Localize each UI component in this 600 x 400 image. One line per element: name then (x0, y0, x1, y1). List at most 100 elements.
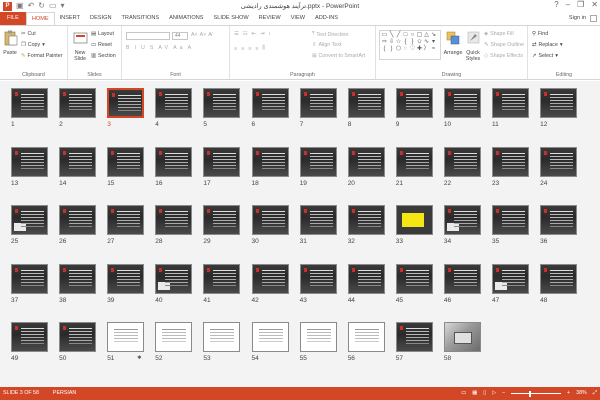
slide-thumbnail[interactable] (347, 88, 385, 118)
slide-thumbnail[interactable] (347, 205, 385, 235)
brace-shape-icon[interactable]: { (402, 39, 409, 46)
cut-button[interactable]: ✂ Cut (21, 31, 36, 37)
convert-smartart-button[interactable]: ⊞ Convert to SmartArt (312, 53, 365, 59)
shape-effects-button[interactable]: ◇ Shape Effects (484, 53, 523, 59)
slide-thumbnail[interactable] (540, 263, 578, 294)
slide-thumbnail[interactable] (540, 146, 578, 177)
font-size-dropdown[interactable]: 44 (172, 32, 188, 40)
curve-shape-icon[interactable]: ∿ (423, 39, 430, 46)
arrange-button[interactable]: Arrange (443, 30, 463, 56)
slide-thumbnail-cell[interactable]: 5 (203, 88, 251, 144)
slide-thumbnail[interactable] (443, 88, 481, 118)
slide-thumbnail-cell[interactable]: 32 (347, 205, 396, 261)
replace-button[interactable]: ⇄ Replace ▾ (532, 42, 563, 48)
slide-thumbnail[interactable] (155, 146, 193, 177)
slide-thumbnail-cell[interactable]: 17 (203, 146, 251, 203)
close-icon[interactable]: ✕ (591, 0, 598, 9)
arrow-shape-icon[interactable]: ↘ (430, 32, 437, 39)
slide-thumbnail-cell[interactable]: 13 (11, 146, 59, 203)
find-button[interactable]: ⚲ Find (532, 31, 548, 37)
slide-thumbnail-cell[interactable]: 1 (11, 88, 59, 144)
slide-thumbnail[interactable] (11, 146, 48, 177)
tab-add-ins[interactable]: ADD-INS (310, 12, 343, 25)
slideshow-view-icon[interactable]: ▷ (492, 387, 496, 400)
arrow-right-shape-icon[interactable]: ⇨ (381, 39, 388, 46)
slide-thumbnail-cell[interactable]: 11 (492, 88, 540, 144)
slide-thumbnail-cell[interactable]: 10 (443, 88, 492, 144)
slide-thumbnail[interactable] (251, 146, 289, 177)
slide-thumbnail[interactable] (59, 88, 97, 118)
slide-thumbnail-cell[interactable]: 9 (395, 88, 444, 144)
ribbon-display-options-icon[interactable] (590, 15, 597, 22)
slide-thumbnail[interactable] (395, 146, 433, 177)
slide-thumbnail-cell[interactable]: 33 (395, 205, 444, 261)
slide-thumbnail[interactable] (443, 322, 481, 352)
slide-thumbnail[interactable] (347, 263, 385, 294)
minimize-icon[interactable]: – (566, 0, 570, 9)
slide-thumbnail[interactable] (395, 205, 433, 235)
rect-shape-icon[interactable]: □ (402, 32, 409, 39)
slide-thumbnail[interactable] (107, 205, 145, 235)
slide-thumbnail[interactable] (395, 263, 433, 294)
slide-thumbnail[interactable] (395, 88, 433, 118)
restore-icon[interactable]: ❐ (577, 0, 584, 9)
slide-thumbnail-cell[interactable]: 58 (443, 322, 492, 378)
slide-thumbnail[interactable] (59, 205, 97, 235)
slide-sorter-view-icon[interactable]: ▦ (472, 387, 477, 400)
slide-thumbnail[interactable] (251, 263, 289, 294)
slide-thumbnail-cell[interactable]: 41 (203, 263, 251, 320)
line-shape-icon-2[interactable]: ╱ (395, 32, 402, 39)
font-size-buttons[interactable]: A˄ A˅ A̸ (191, 32, 212, 38)
zoom-out-button[interactable]: – (502, 387, 505, 400)
reading-view-icon[interactable]: ▯ (483, 387, 486, 400)
slide-thumbnail-cell[interactable]: 57 (395, 322, 444, 378)
slide-thumbnail-cell[interactable]: 42 (251, 263, 300, 320)
slide-thumbnail-cell[interactable]: 54 (251, 322, 300, 378)
slide-thumbnail-cell[interactable]: 40 (155, 263, 203, 320)
brace-close-shape-icon[interactable]: } (409, 39, 416, 46)
slide-thumbnail-cell[interactable]: 12 (540, 88, 588, 144)
tab-home[interactable]: HOME (25, 12, 55, 25)
slide-thumbnail-cell[interactable]: 18 (251, 146, 300, 203)
slide-thumbnail[interactable] (492, 205, 529, 235)
hexagon-shape-icon[interactable]: ⬡ (395, 46, 402, 53)
slide-thumbnail-cell[interactable]: 8 (347, 88, 396, 144)
tab-design[interactable]: DESIGN (85, 12, 116, 25)
line-shape-icon[interactable]: ╲ (388, 32, 395, 39)
slide-thumbnail[interactable] (11, 322, 48, 352)
slide-thumbnail[interactable] (251, 322, 289, 352)
list-buttons[interactable]: ☰ ☷ ⇤ ⇥ ↕ (234, 31, 273, 37)
chevron-shape-icon[interactable]: 〉 (423, 46, 430, 53)
slide-thumbnail-cell[interactable]: 39 (107, 263, 155, 320)
slide-thumbnail-cell[interactable]: 7 (299, 88, 348, 144)
slide-thumbnail[interactable] (203, 322, 241, 352)
section-button[interactable]: ▥ Section (91, 53, 116, 59)
slide-thumbnail-cell[interactable]: 34 (443, 205, 492, 261)
slide-thumbnail-cell[interactable]: 50 (59, 322, 107, 378)
slide-thumbnail[interactable] (59, 322, 97, 352)
slide-thumbnail[interactable] (107, 88, 145, 118)
sign-in-link[interactable]: Sign in (569, 12, 586, 25)
slide-thumbnail-cell[interactable]: 52 (155, 322, 203, 378)
slide-thumbnail[interactable] (155, 88, 193, 118)
slide-thumbnail[interactable] (299, 263, 337, 294)
slide-thumbnail-cell[interactable]: 38 (59, 263, 107, 320)
slide-thumbnail[interactable] (203, 205, 241, 235)
format-painter-button[interactable]: ✎ Format Painter (21, 53, 62, 59)
bracket-close-shape-icon[interactable]: ) (388, 46, 395, 53)
quick-styles-button[interactable]: Quick Styles (463, 30, 483, 62)
language-status[interactable]: PERSIAN (53, 387, 76, 400)
slide-thumbnail-cell[interactable]: 55 (299, 322, 348, 378)
zoom-in-button[interactable]: + (567, 387, 570, 400)
slide-thumbnail-cell[interactable]: 36 (540, 205, 588, 261)
slide-thumbnail-cell[interactable]: 23 (492, 146, 540, 203)
slide-thumbnail-cell[interactable]: 43 (299, 263, 348, 320)
slide-thumbnail[interactable] (59, 146, 97, 177)
shape-outline-button[interactable]: ✎ Shape Outline (484, 42, 524, 48)
slide-thumbnail[interactable] (203, 88, 241, 118)
normal-view-icon[interactable]: ▭ (461, 387, 466, 400)
slide-thumbnail-cell[interactable]: 15 (107, 146, 155, 203)
slide-thumbnail-cell[interactable]: 49 (11, 322, 59, 378)
slide-thumbnail-cell[interactable]: 47 (492, 263, 540, 320)
slide-thumbnail-cell[interactable]: 14 (59, 146, 107, 203)
